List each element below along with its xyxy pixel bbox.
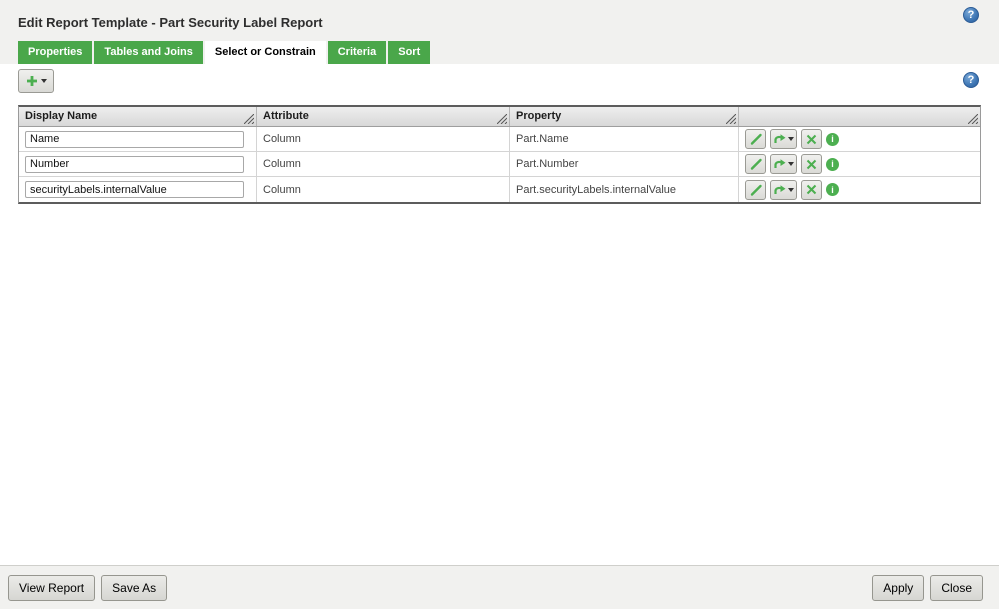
- display-name-cell: [19, 127, 257, 151]
- chevron-down-icon: [788, 162, 794, 166]
- column-resize-handle[interactable]: [726, 114, 736, 124]
- attribute-cell: Column: [257, 152, 510, 176]
- chevron-down-icon: [788, 188, 794, 192]
- x-icon: [805, 133, 818, 146]
- pencil-icon: [749, 132, 763, 146]
- display-name-input[interactable]: [25, 181, 244, 198]
- tab-select-or-constrain[interactable]: Select or Constrain: [205, 41, 326, 64]
- x-icon: [805, 158, 818, 171]
- tab-tables-and-joins[interactable]: Tables and Joins: [94, 41, 202, 64]
- save-as-button[interactable]: Save As: [101, 575, 167, 601]
- table-row: Column Part.Number: [19, 152, 980, 177]
- curved-arrow-icon: [773, 133, 787, 145]
- column-header-actions: [739, 107, 980, 126]
- pencil-icon: [749, 183, 763, 197]
- curved-arrow-icon: [773, 184, 787, 196]
- move-row-button[interactable]: [770, 129, 797, 149]
- display-name-input[interactable]: [25, 131, 244, 148]
- page-title: Edit Report Template - Part Security Lab…: [18, 15, 323, 30]
- property-cell: Part.Name: [510, 127, 739, 151]
- toolbar: ?: [0, 64, 999, 105]
- move-row-button[interactable]: [770, 154, 797, 174]
- tab-properties[interactable]: Properties: [18, 41, 92, 64]
- actions-cell: i: [739, 152, 980, 176]
- plus-icon: [26, 75, 38, 87]
- help-icon-table[interactable]: ?: [963, 72, 979, 88]
- property-cell: Part.securityLabels.internalValue: [510, 177, 739, 202]
- property-cell: Part.Number: [510, 152, 739, 176]
- column-resize-handle[interactable]: [244, 114, 254, 124]
- column-header-attribute: Attribute: [257, 107, 510, 126]
- apply-button[interactable]: Apply: [872, 575, 924, 601]
- edit-button[interactable]: [745, 154, 766, 174]
- table-header-row: Display Name Attribute Property: [19, 107, 980, 127]
- chevron-down-icon: [788, 137, 794, 141]
- attribute-cell: Column: [257, 177, 510, 202]
- edit-button[interactable]: [745, 129, 766, 149]
- curved-arrow-icon: [773, 158, 787, 170]
- view-report-button[interactable]: View Report: [8, 575, 95, 601]
- remove-button[interactable]: [801, 180, 822, 200]
- close-button[interactable]: Close: [930, 575, 983, 601]
- info-icon[interactable]: i: [826, 133, 839, 146]
- tab-bar: Properties Tables and Joins Select or Co…: [18, 41, 430, 64]
- display-name-input[interactable]: [25, 156, 244, 173]
- chevron-down-icon: [41, 79, 47, 83]
- actions-cell: i: [739, 127, 980, 151]
- tab-criteria[interactable]: Criteria: [328, 41, 387, 64]
- header: Edit Report Template - Part Security Lab…: [0, 0, 999, 64]
- column-resize-handle[interactable]: [497, 114, 507, 124]
- select-columns-table: Display Name Attribute Property: [18, 105, 981, 204]
- column-header-property: Property: [510, 107, 739, 126]
- footer-action-bar: View Report Save As Apply Close: [0, 565, 999, 609]
- remove-button[interactable]: [801, 154, 822, 174]
- remove-button[interactable]: [801, 129, 822, 149]
- column-header-display-name: Display Name: [19, 107, 257, 126]
- move-row-button[interactable]: [770, 180, 797, 200]
- tab-sort[interactable]: Sort: [388, 41, 430, 64]
- display-name-cell: [19, 177, 257, 202]
- edit-report-template-window: Edit Report Template - Part Security Lab…: [0, 0, 999, 609]
- add-column-button[interactable]: [18, 69, 54, 93]
- attribute-cell: Column: [257, 127, 510, 151]
- question-mark-glyph: ?: [968, 74, 975, 86]
- x-icon: [805, 183, 818, 196]
- table-row: Column Part.securityLabels.internalValue: [19, 177, 980, 202]
- info-icon[interactable]: i: [826, 183, 839, 196]
- edit-button[interactable]: [745, 180, 766, 200]
- question-mark-glyph: ?: [968, 9, 975, 21]
- column-resize-handle[interactable]: [968, 114, 978, 124]
- info-icon[interactable]: i: [826, 158, 839, 171]
- help-icon[interactable]: ?: [963, 7, 979, 23]
- table-row: Column Part.Name: [19, 127, 980, 152]
- pencil-icon: [749, 157, 763, 171]
- actions-cell: i: [739, 177, 980, 202]
- display-name-cell: [19, 152, 257, 176]
